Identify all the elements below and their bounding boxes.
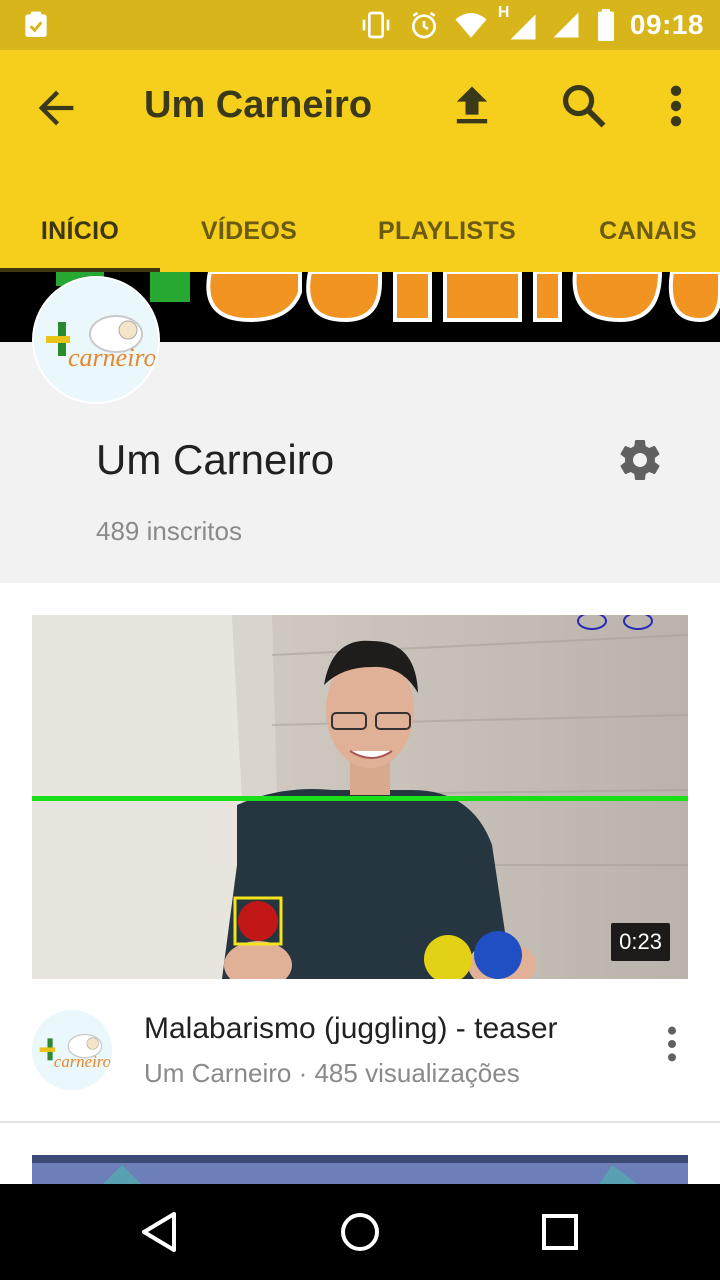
channel-tabs: INÍCIO VÍDEOS PLAYLISTS CANAIS	[0, 190, 720, 272]
search-icon[interactable]	[558, 80, 610, 132]
wifi-icon	[455, 12, 487, 38]
system-nav-bar	[0, 1184, 720, 1280]
back-triangle-icon[interactable]	[136, 1208, 184, 1256]
gear-icon[interactable]	[616, 436, 664, 484]
signal-icon-2	[553, 12, 579, 38]
app-bar: Um Carneiro INÍCIO VÍDEOS PLAYLISTS CANA…	[0, 50, 720, 272]
video-meta: Um Carneiro · 485 visualizações	[144, 1058, 520, 1088]
video-channel-avatar[interactable]: carneiro	[32, 1010, 112, 1090]
subscriber-count: 489 inscritos	[96, 516, 242, 546]
tab-videos[interactable]: VÍDEOS	[170, 190, 328, 272]
clipboard-check-icon	[25, 11, 47, 37]
video-thumbnail-image	[32, 615, 688, 979]
battery-icon	[597, 9, 614, 41]
tab-playlists[interactable]: PLAYLISTS	[352, 190, 542, 272]
channel-logo-small-icon: carneiro	[32, 1010, 112, 1090]
channel-avatar[interactable]: carneiro	[32, 276, 160, 404]
channel-name: Um Carneiro	[96, 436, 335, 483]
channel-logo-small-text: carneiro	[54, 1052, 111, 1071]
screen: H 09:18 Um Carneiro INÍCIO VÍDEOS PLAYLI…	[0, 0, 720, 1280]
tracking-line	[32, 796, 688, 801]
home-circle-icon[interactable]	[336, 1208, 384, 1256]
video-duration-badge: 0:23	[611, 923, 670, 961]
list-divider	[0, 1121, 720, 1123]
vibrate-icon	[362, 11, 390, 39]
signal-icon: H	[498, 4, 536, 40]
status-icons: H 09:18	[358, 0, 704, 50]
channel-logo-icon: carneiro	[34, 278, 158, 402]
more-vert-icon[interactable]	[662, 80, 690, 132]
video-thumbnail[interactable]: 0:23	[32, 615, 688, 979]
channel-logo-text: carneiro	[68, 343, 157, 372]
recents-square-icon[interactable]	[536, 1208, 584, 1256]
app-bar-title: Um Carneiro	[144, 84, 373, 126]
upload-icon[interactable]	[446, 80, 498, 132]
tab-inicio[interactable]: INÍCIO	[0, 190, 160, 272]
video-more-vert-icon[interactable]	[658, 1024, 686, 1064]
back-arrow-icon[interactable]	[30, 82, 82, 134]
clock-time: 09:18	[629, 9, 704, 40]
video-title[interactable]: Malabarismo (juggling) - teaser	[144, 1012, 558, 1046]
tab-canais[interactable]: CANAIS	[580, 190, 716, 272]
alarm-icon	[411, 11, 436, 39]
status-bar: H 09:18	[0, 0, 720, 50]
